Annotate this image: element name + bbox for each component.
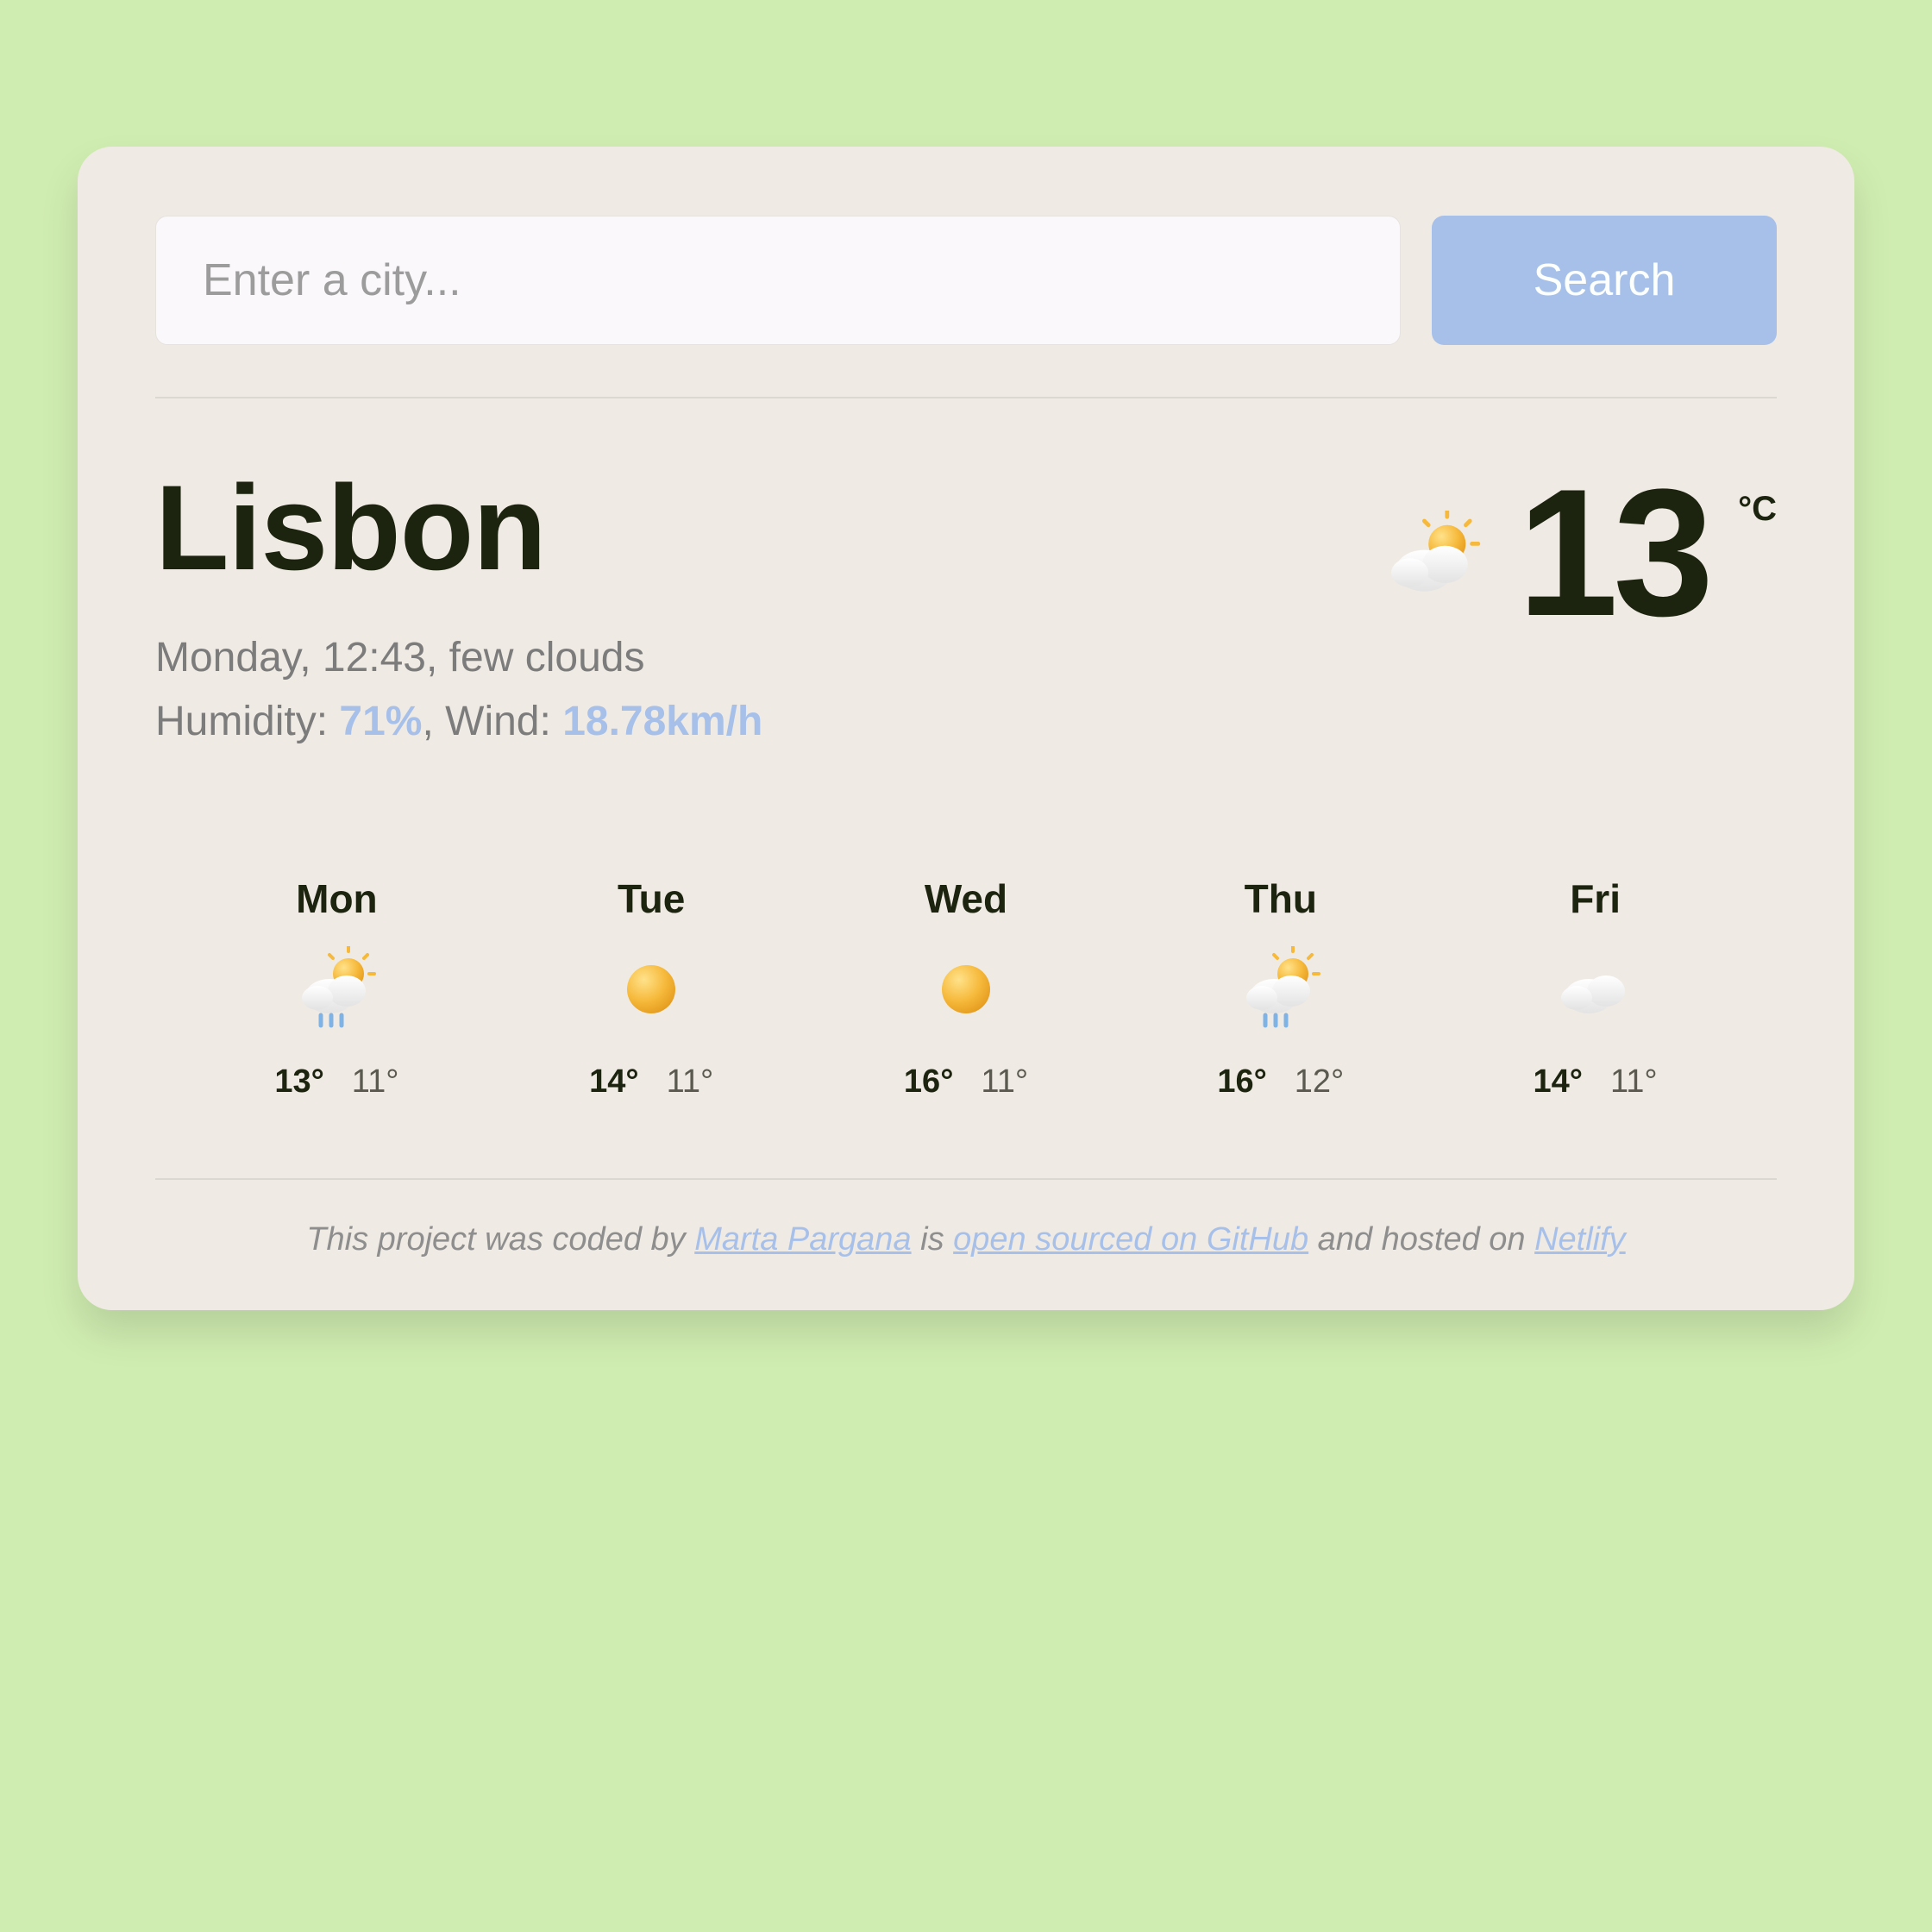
- footer-text: is: [920, 1221, 953, 1258]
- forecast-low: 12°: [1295, 1063, 1344, 1101]
- forecast-low: 11°: [1610, 1063, 1658, 1101]
- footer: This project was coded by Marta Pargana …: [155, 1221, 1777, 1258]
- wind-label: Wind:: [445, 699, 551, 744]
- forecast-day-label: Tue: [494, 875, 809, 922]
- wind-value: 18.78km/h: [562, 699, 762, 744]
- footer-text: and hosted on: [1318, 1221, 1534, 1258]
- current-right: 13 °C: [1377, 467, 1777, 630]
- weather-card: Search Lisbon Monday, 12:43, few clouds …: [78, 147, 1854, 1310]
- forecast-high: 14°: [589, 1063, 638, 1101]
- temperature-unit: °C: [1738, 476, 1777, 529]
- forecast-low: 11°: [352, 1063, 399, 1101]
- divider-bottom: [155, 1178, 1777, 1180]
- search-row: Search: [155, 216, 1777, 345]
- forecast-day-label: Thu: [1123, 875, 1438, 922]
- city-search-input[interactable]: [155, 216, 1401, 345]
- humidity-label: Humidity:: [155, 699, 328, 744]
- forecast-day: Thu 16° 12°: [1123, 875, 1438, 1101]
- current-condition: few clouds: [449, 635, 645, 681]
- forecast-high: 13°: [274, 1063, 323, 1101]
- forecast-temps: 14° 11°: [1438, 1063, 1753, 1101]
- forecast-day-label: Wed: [809, 875, 1124, 922]
- footer-text: This project was coded by: [306, 1221, 694, 1258]
- forecast-high: 16°: [904, 1063, 953, 1101]
- current-conditions: Lisbon Monday, 12:43, few clouds Humidit…: [155, 467, 1777, 755]
- forecast-temps: 16° 12°: [1123, 1063, 1438, 1101]
- forecast-day-icon: [293, 946, 380, 1032]
- forecast-day: Fri 14° 11°: [1438, 875, 1753, 1101]
- forecast-day-label: Fri: [1438, 875, 1753, 922]
- forecast-temps: 13° 11°: [179, 1063, 494, 1101]
- metrics-line: Humidity: 71%, Wind: 18.78km/h: [155, 690, 762, 754]
- forecast-temps: 14° 11°: [494, 1063, 809, 1101]
- search-button[interactable]: Search: [1432, 216, 1777, 345]
- datetime-line: Monday, 12:43, few clouds: [155, 626, 762, 690]
- forecast-low: 11°: [981, 1063, 1028, 1101]
- forecast-day: Wed 16° 11°: [809, 875, 1124, 1101]
- forecast-day-icon: [1238, 946, 1324, 1032]
- source-link[interactable]: open sourced on GitHub: [953, 1221, 1308, 1258]
- forecast-temps: 16° 11°: [809, 1063, 1124, 1101]
- forecast-row: Mon 13° 11° Tue 14° 11° Wed 16° 11° Thu: [155, 875, 1777, 1101]
- forecast-high: 14°: [1534, 1063, 1583, 1101]
- forecast-day-label: Mon: [179, 875, 494, 922]
- city-name: Lisbon: [155, 467, 762, 588]
- divider: [155, 397, 1777, 398]
- forecast-high: 16°: [1217, 1063, 1266, 1101]
- forecast-day: Mon 13° 11°: [179, 875, 494, 1101]
- forecast-day: Tue 14° 11°: [494, 875, 809, 1101]
- current-temperature: 13: [1518, 476, 1709, 630]
- forecast-low: 11°: [667, 1063, 714, 1101]
- author-link[interactable]: Marta Pargana: [694, 1221, 911, 1258]
- current-datetime: Monday, 12:43: [155, 635, 426, 681]
- forecast-day-icon: [1552, 946, 1639, 1032]
- forecast-day-icon: [923, 946, 1009, 1032]
- forecast-day-icon: [608, 946, 694, 1032]
- humidity-value: 71%: [339, 699, 422, 744]
- host-link[interactable]: Netlify: [1534, 1221, 1626, 1258]
- current-weather-icon: [1377, 511, 1489, 614]
- current-left: Lisbon Monday, 12:43, few clouds Humidit…: [155, 467, 762, 755]
